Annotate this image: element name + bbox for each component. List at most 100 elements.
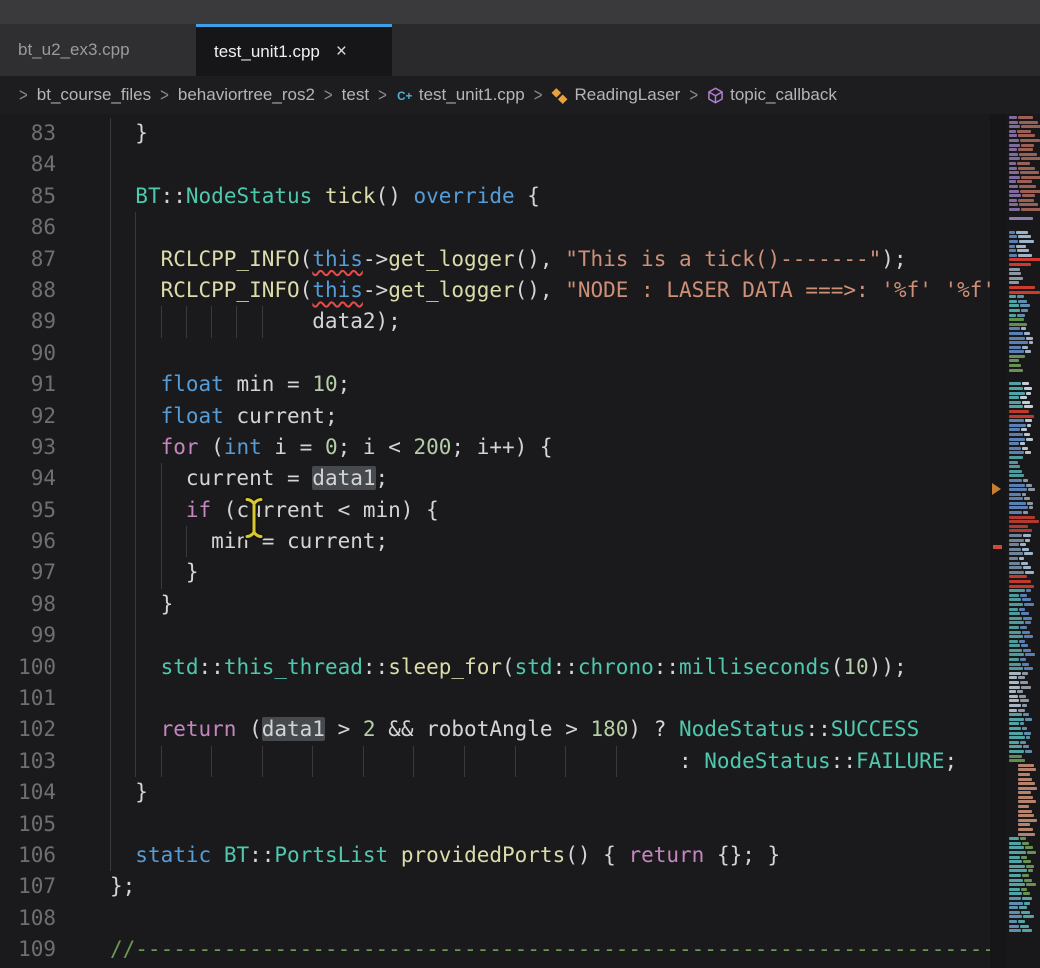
code-line-106[interactable]: static BT::PortsList providedPorts() { r… <box>110 840 990 871</box>
code-line-97[interactable]: } <box>110 557 990 588</box>
indent-guide <box>135 652 136 683</box>
minimap[interactable] <box>1006 114 1040 968</box>
code-line-92[interactable]: float current; <box>110 401 990 432</box>
code-token: std <box>161 655 199 679</box>
indent-guide <box>464 746 465 777</box>
breadcrumb-item-behaviortree-ros2[interactable]: behaviortree_ros2 <box>178 85 315 105</box>
code-token: providedPorts <box>401 843 565 867</box>
indent-guide <box>135 746 136 777</box>
indent-guide <box>262 746 263 777</box>
indent-guide <box>616 746 617 777</box>
code-line-102[interactable]: return (data1 > 2 && robotAngle > 180) ?… <box>110 714 990 745</box>
code-token: {}; } <box>704 843 780 867</box>
code-line-91[interactable]: float min = 10; <box>110 369 990 400</box>
line-number: 90 <box>0 338 110 369</box>
code-line-96[interactable]: min = current; <box>110 526 990 557</box>
code-token: override <box>414 184 515 208</box>
indent-guide <box>135 275 136 306</box>
line-number: 85 <box>0 181 110 212</box>
line-number: 96 <box>0 526 110 557</box>
indent-guide <box>135 495 136 526</box>
code-token: :: <box>249 843 274 867</box>
code-line-103[interactable]: : NodeStatus::FAILURE; <box>110 746 990 777</box>
code-token: this <box>312 247 363 271</box>
code-token: for <box>161 435 199 459</box>
code-line-100[interactable]: std::this_thread::sleep_for(std::chrono:… <box>110 652 990 683</box>
indent-guide <box>110 244 111 275</box>
code-token: if <box>186 498 211 522</box>
code-line-84[interactable] <box>110 149 990 180</box>
close-icon[interactable]: × <box>336 42 347 61</box>
code-line-104[interactable]: } <box>110 777 990 808</box>
code-token <box>388 843 401 867</box>
code-line-83[interactable]: } <box>110 118 990 149</box>
code-line-86[interactable] <box>110 212 990 243</box>
line-number-gutter: 8384858687888990919293949596979899100101… <box>0 114 110 968</box>
code-line-98[interactable]: } <box>110 589 990 620</box>
cpp-file-icon: C+ <box>396 87 413 104</box>
code-token: { <box>515 184 540 208</box>
code-line-105[interactable] <box>110 809 990 840</box>
code-line-93[interactable]: for (int i = 0; i < 200; i++) { <box>110 432 990 463</box>
code-token: ); <box>881 247 906 271</box>
highlighted-token: data1 <box>262 717 325 741</box>
code-token: () <box>376 184 414 208</box>
code-token: this_thread <box>224 655 363 679</box>
tab-label: test_unit1.cpp <box>214 42 320 62</box>
code-token: get_logger <box>388 247 514 271</box>
indent-guide <box>110 118 111 149</box>
code-token: }; <box>110 874 135 898</box>
breadcrumb-item-topic-callback[interactable]: topic_callback <box>707 85 837 105</box>
breadcrumb-label: bt_course_files <box>37 85 151 105</box>
code-token: min = current; <box>110 529 388 553</box>
breadcrumb-item-test[interactable]: test <box>342 85 369 105</box>
code-line-95[interactable]: if (current < min) { <box>110 495 990 526</box>
indent-guide <box>110 683 111 714</box>
code-line-109[interactable]: //--------------------------------------… <box>110 934 990 965</box>
breadcrumb-item-test-unit1-cpp[interactable]: C+test_unit1.cpp <box>396 85 525 105</box>
indent-guide <box>135 620 136 651</box>
indent-guide <box>110 149 111 180</box>
code-token: )); <box>869 655 907 679</box>
line-number: 86 <box>0 212 110 243</box>
code-line-85[interactable]: BT::NodeStatus tick() override { <box>110 181 990 212</box>
ruler-marker-arrow <box>992 483 1001 495</box>
code-line-87[interactable]: RCLCPP_INFO(this->get_logger(), "This is… <box>110 244 990 275</box>
code-line-108[interactable] <box>110 903 990 934</box>
code-token: (current < min) { <box>211 498 439 522</box>
code-token: () { <box>565 843 628 867</box>
breadcrumb-label: ReadingLaser <box>574 85 680 105</box>
line-number: 108 <box>0 903 110 934</box>
code-line-107[interactable]: }; <box>110 871 990 902</box>
code-token: ( <box>502 655 515 679</box>
code-token <box>211 843 224 867</box>
code-line-94[interactable]: current = data1; <box>110 463 990 494</box>
breadcrumb-item-bt-course-files[interactable]: bt_course_files <box>37 85 151 105</box>
code-line-99[interactable] <box>110 620 990 651</box>
indent-guide <box>110 401 111 432</box>
overview-ruler[interactable] <box>990 114 1006 968</box>
line-number: 106 <box>0 840 110 871</box>
code-token: chrono <box>578 655 654 679</box>
code-line-90[interactable] <box>110 338 990 369</box>
code-token: :: <box>654 655 679 679</box>
code-line-89[interactable]: data2); <box>110 306 990 337</box>
code-token: ( <box>831 655 844 679</box>
code-area[interactable]: } BT::NodeStatus tick() override { RCLCP… <box>110 114 990 968</box>
code-token: :: <box>805 717 830 741</box>
breadcrumb-item-readinglaser[interactable]: ReadingLaser <box>551 85 680 105</box>
tab-bt-u2-ex3[interactable]: bt_u2_ex3.cpp <box>0 24 196 76</box>
code-token: float <box>161 404 224 428</box>
indent-guide <box>161 526 162 557</box>
line-number: 84 <box>0 149 110 180</box>
line-number: 89 <box>0 306 110 337</box>
titlebar <box>0 0 1040 24</box>
method-symbol-icon <box>707 87 724 104</box>
line-number: 104 <box>0 777 110 808</box>
indent-guide <box>110 275 111 306</box>
code-token: 10 <box>843 655 868 679</box>
code-line-88[interactable]: RCLCPP_INFO(this->get_logger(), "NODE : … <box>110 275 990 306</box>
indent-guide <box>515 746 516 777</box>
code-line-101[interactable] <box>110 683 990 714</box>
tab-test-unit1[interactable]: test_unit1.cpp × <box>196 24 392 76</box>
